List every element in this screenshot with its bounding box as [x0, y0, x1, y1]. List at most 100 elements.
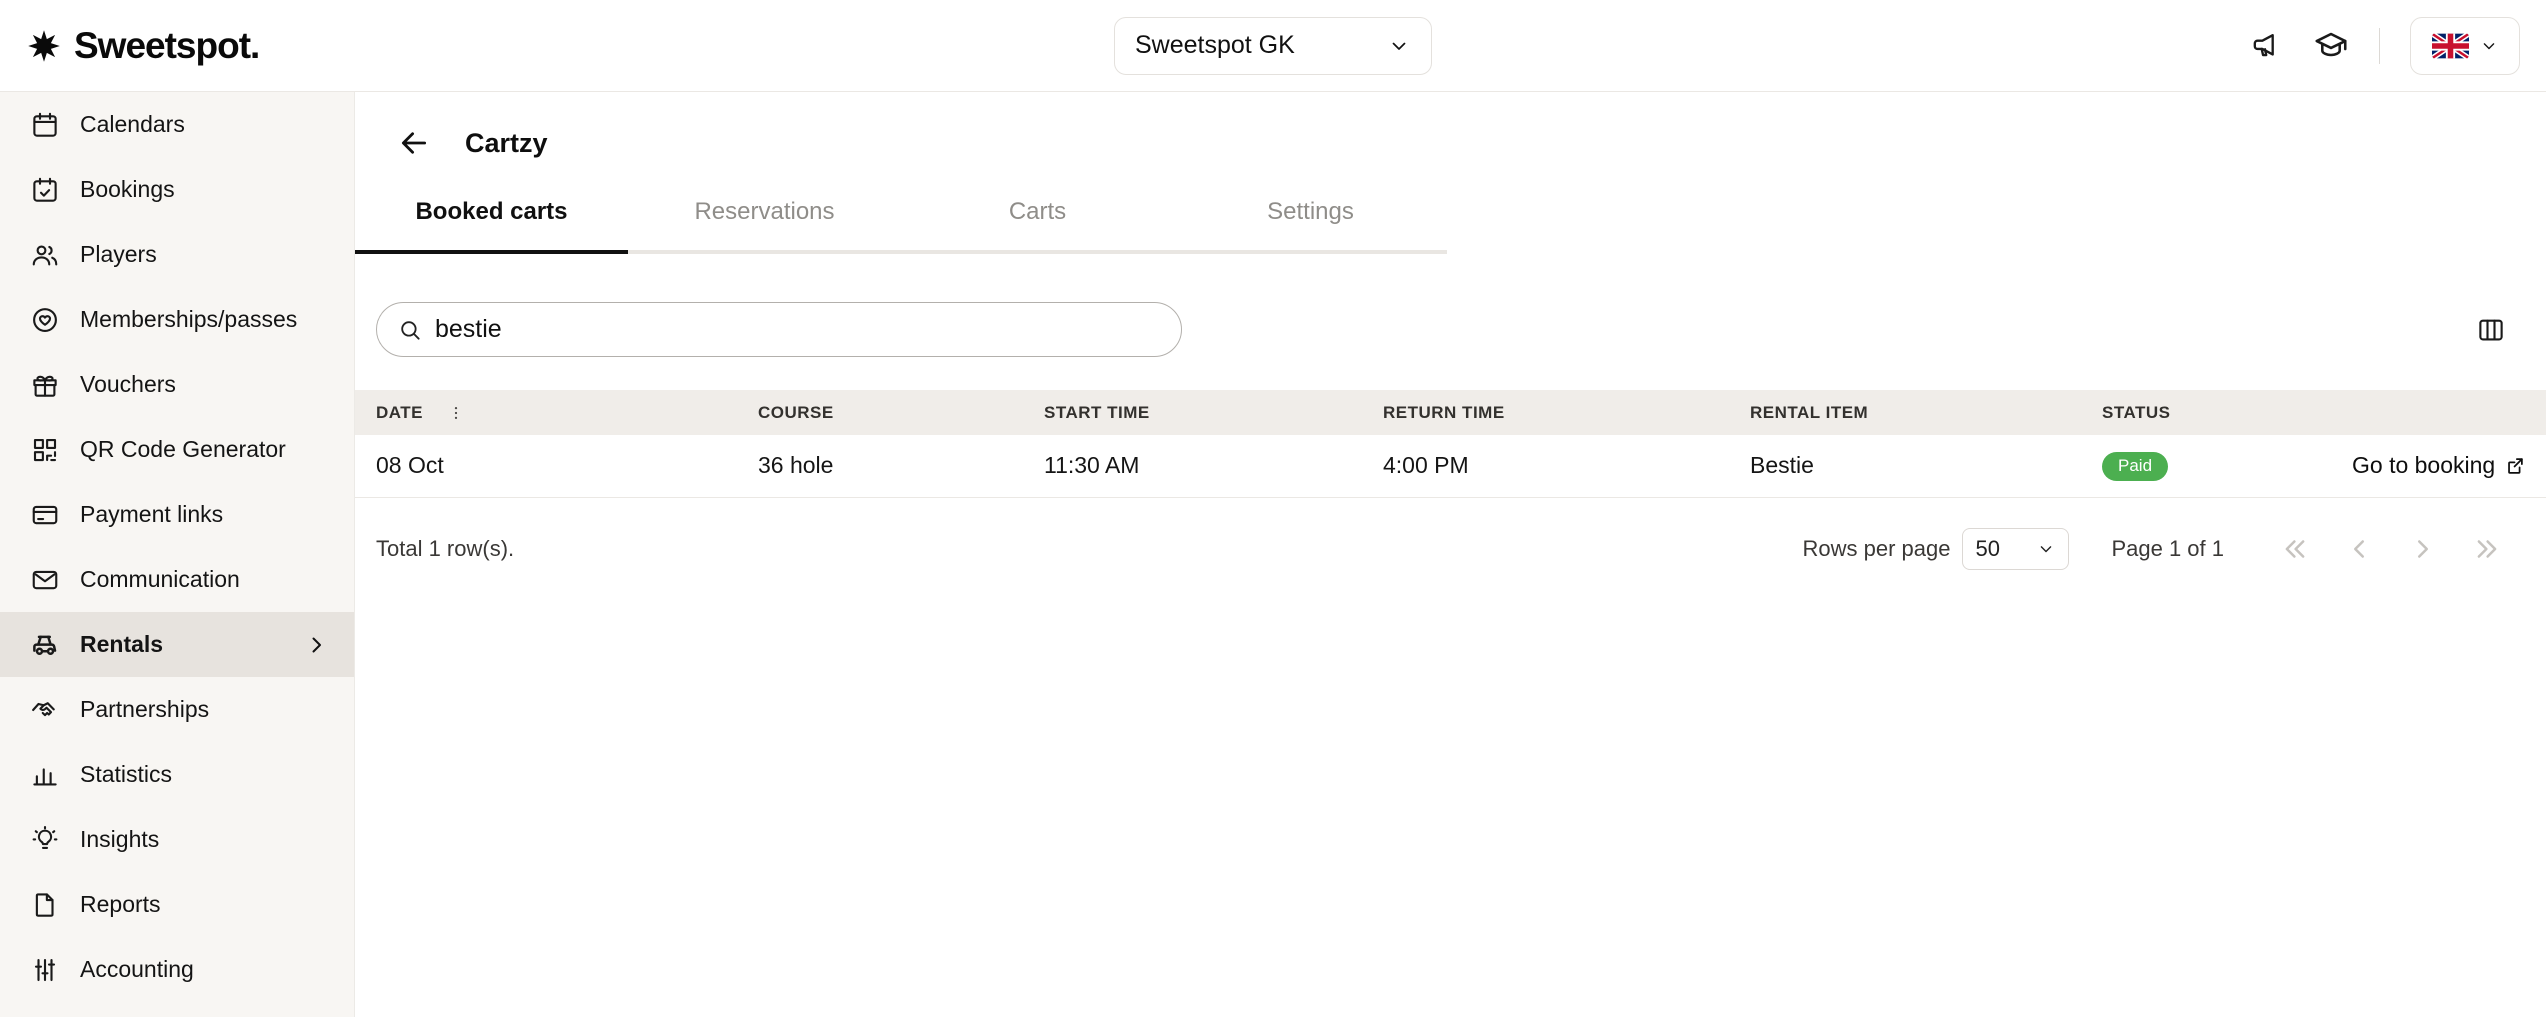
- column-header-rental-item: Rental item: [1729, 390, 2081, 435]
- uk-flag-icon: [2432, 33, 2469, 59]
- calendar-check-icon: [30, 175, 60, 205]
- bar-chart-icon: [30, 760, 60, 790]
- table-footer: Total 1 row(s). Rows per page 50 Page 1 …: [355, 498, 2546, 570]
- gift-icon: [30, 370, 60, 400]
- sidebar-item-label: QR Code Generator: [80, 436, 286, 463]
- sidebar-item-qr-code-generator[interactable]: QR Code Generator: [0, 417, 354, 482]
- booked-carts-table: Date Course Start time Return time Renta…: [355, 390, 2546, 498]
- chevron-down-icon: [2036, 539, 2056, 559]
- sidebar-item-players[interactable]: Players: [0, 222, 354, 287]
- qr-code-icon: [30, 435, 60, 465]
- payment-card-icon: [30, 500, 60, 530]
- topbar-divider: [2379, 28, 2380, 64]
- next-page-button[interactable]: [2408, 534, 2438, 564]
- sidebar-item-label: Payment links: [80, 501, 223, 528]
- cell-actions: Go to booking: [2331, 435, 2546, 497]
- sidebar-item-statistics[interactable]: Statistics: [0, 742, 354, 807]
- sidebar-item-partnerships[interactable]: Partnerships: [0, 677, 354, 742]
- chevron-down-icon: [1387, 34, 1411, 58]
- club-selector-dropdown[interactable]: Sweetspot GK: [1114, 17, 1432, 75]
- sidebar-item-bookings[interactable]: Bookings: [0, 157, 354, 222]
- tab-booked-carts[interactable]: Booked carts: [355, 168, 628, 250]
- last-page-button[interactable]: [2472, 534, 2502, 564]
- column-header-return-time: Return time: [1362, 390, 1729, 435]
- column-header-start-time: Start time: [1023, 390, 1362, 435]
- dots-vertical-icon: [447, 404, 465, 422]
- column-header-actions: [2331, 390, 2546, 435]
- sidebar-item-memberships[interactable]: Memberships/passes: [0, 287, 354, 352]
- rows-per-page-value: 50: [1975, 536, 1999, 562]
- pager: [2280, 534, 2502, 564]
- calendar-icon: [30, 110, 60, 140]
- cell-return-time: 4:00 PM: [1362, 435, 1729, 497]
- toolbar: [355, 302, 2546, 357]
- table-row[interactable]: 08 Oct 36 hole 11:30 AM 4:00 PM Bestie P…: [355, 435, 2546, 497]
- cell-status: Paid: [2081, 435, 2331, 497]
- prev-page-button[interactable]: [2344, 534, 2374, 564]
- sidebar-item-insights[interactable]: Insights: [0, 807, 354, 872]
- sidebar-item-label: Memberships/passes: [80, 306, 297, 333]
- tab-bar: Booked carts Reservations Carts Settings: [355, 168, 1447, 254]
- page-title: Cartzy: [465, 128, 548, 159]
- cell-date: 08 Oct: [355, 435, 737, 497]
- golf-cart-icon: [30, 630, 60, 660]
- people-icon: [30, 240, 60, 270]
- sidebar-item-label: Statistics: [80, 761, 172, 788]
- search-box: [376, 302, 1182, 357]
- sidebar-item-label: Players: [80, 241, 157, 268]
- language-selector[interactable]: [2410, 17, 2520, 75]
- sidebar-item-accounting[interactable]: Accounting: [0, 937, 354, 1002]
- column-header-date: Date: [376, 403, 423, 423]
- sidebar-item-label: Communication: [80, 566, 240, 593]
- sidebar-item-communication[interactable]: Communication: [0, 547, 354, 612]
- date-column-menu-button[interactable]: [447, 404, 465, 422]
- chevrons-right-icon: [2472, 534, 2502, 564]
- back-button[interactable]: [397, 126, 431, 160]
- status-badge: Paid: [2102, 452, 2168, 481]
- chevrons-left-icon: [2280, 534, 2310, 564]
- sidebar-item-calendars[interactable]: Calendars: [0, 92, 354, 157]
- megaphone-icon: [2250, 29, 2283, 62]
- chevron-right-icon: [2408, 534, 2438, 564]
- page-header: Cartzy: [355, 92, 2546, 168]
- sidebar-item-label: Vouchers: [80, 371, 176, 398]
- logo[interactable]: Sweetspot.: [26, 25, 259, 67]
- cell-rental-item: Bestie: [1729, 435, 2081, 497]
- tab-carts[interactable]: Carts: [901, 168, 1174, 250]
- sweetspot-logo-icon: [26, 28, 62, 64]
- first-page-button[interactable]: [2280, 534, 2310, 564]
- topbar-actions: [2250, 17, 2520, 75]
- view-columns-button[interactable]: [2476, 315, 2506, 345]
- rows-per-page-label: Rows per page: [1802, 536, 1950, 562]
- logo-text: Sweetspot.: [74, 25, 259, 67]
- envelope-icon: [30, 565, 60, 595]
- arrow-left-icon: [397, 126, 431, 160]
- sidebar-item-label: Bookings: [80, 176, 175, 203]
- sidebar: Calendars Bookings Players Memberships/p…: [0, 92, 355, 1017]
- academy-button[interactable]: [2313, 28, 2349, 64]
- column-header-status: Status: [2081, 390, 2331, 435]
- cell-start-time: 11:30 AM: [1023, 435, 1362, 497]
- club-selector-label: Sweetspot GK: [1135, 31, 1295, 60]
- sidebar-item-rentals[interactable]: Rentals: [0, 612, 354, 677]
- tab-reservations[interactable]: Reservations: [628, 168, 901, 250]
- sidebar-item-vouchers[interactable]: Vouchers: [0, 352, 354, 417]
- sidebar-item-label: Rentals: [80, 631, 163, 658]
- pagination-controls: Rows per page 50 Page 1 of 1: [1802, 528, 2502, 570]
- tab-settings[interactable]: Settings: [1174, 168, 1447, 250]
- graduation-cap-icon: [2313, 28, 2349, 64]
- total-rows-text: Total 1 row(s).: [376, 536, 514, 562]
- sidebar-item-reports[interactable]: Reports: [0, 872, 354, 937]
- sidebar-item-payment-links[interactable]: Payment links: [0, 482, 354, 547]
- heart-badge-icon: [30, 305, 60, 335]
- document-icon: [30, 890, 60, 920]
- search-input[interactable]: [435, 315, 1161, 344]
- announcements-button[interactable]: [2250, 29, 2283, 62]
- sidebar-item-label: Calendars: [80, 111, 185, 138]
- go-to-booking-link[interactable]: Go to booking: [2352, 452, 2526, 479]
- go-to-booking-label: Go to booking: [2352, 452, 2495, 479]
- chevron-down-icon: [2479, 36, 2499, 56]
- topbar: Sweetspot. Sweetspot GK: [0, 0, 2546, 92]
- cell-course: 36 hole: [737, 435, 1023, 497]
- rows-per-page-select[interactable]: 50: [1962, 528, 2069, 570]
